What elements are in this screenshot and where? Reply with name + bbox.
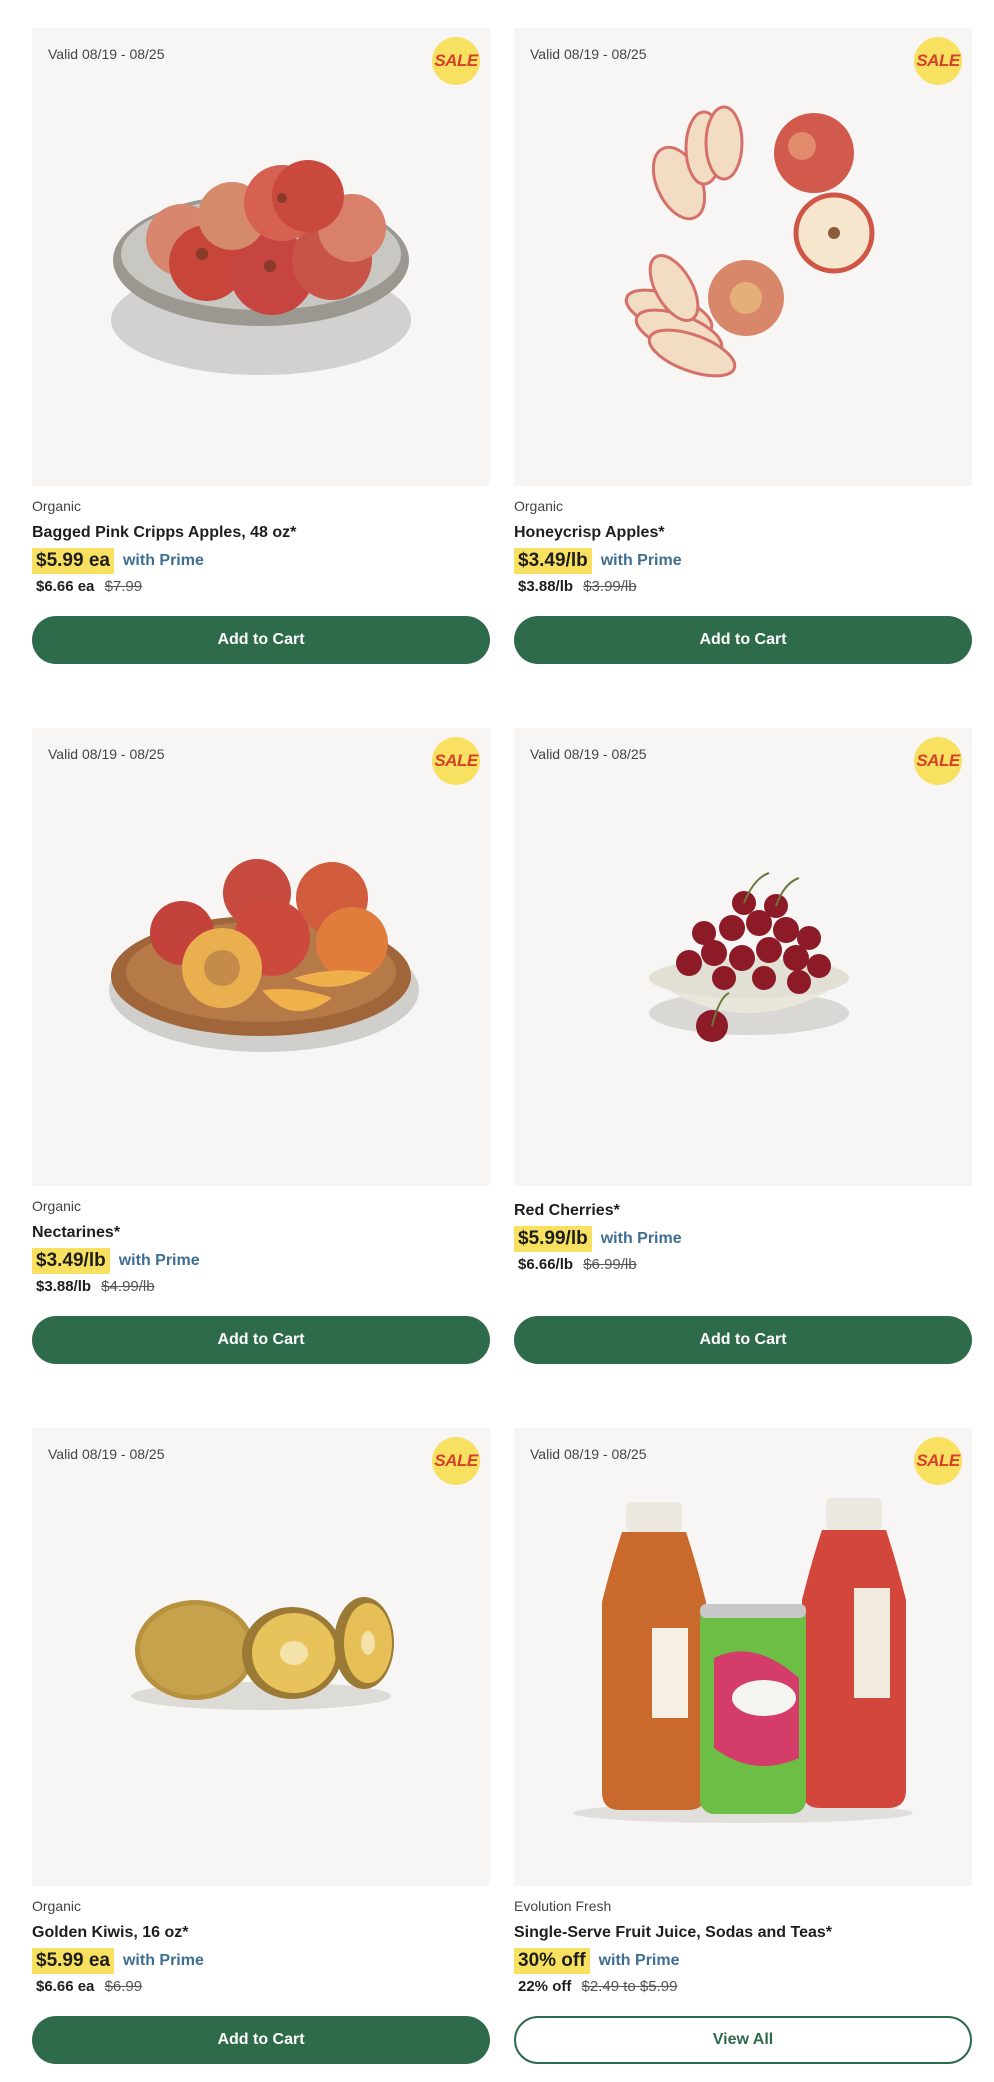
- product-title[interactable]: Bagged Pink Cripps Apples, 48 oz*: [32, 524, 490, 542]
- product-card: Valid 08/19 - 08/25 SALE Evolution Fresh…: [514, 1428, 972, 2064]
- product-card: Valid 08/19 - 08/25 SALE Red Cherries* $…: [514, 728, 972, 1364]
- product-image[interactable]: Valid 08/19 - 08/25 SALE: [514, 28, 972, 486]
- sale-badge: SALE: [432, 1437, 480, 1485]
- product-brand: Organic: [514, 498, 564, 514]
- product-image[interactable]: Valid 08/19 - 08/25 SALE: [32, 1428, 490, 1886]
- apple-bowl-image: [111, 160, 411, 375]
- sale-price: 30% off: [514, 1948, 590, 1974]
- valid-dates: Valid 08/19 - 08/25: [530, 746, 647, 762]
- product-card: Valid 08/19 - 08/25 SALE Organic Golden …: [32, 1428, 490, 2064]
- sale-badge: SALE: [914, 1437, 962, 1485]
- add-to-cart-button[interactable]: Add to Cart: [32, 616, 490, 664]
- sale-badge: SALE: [914, 737, 962, 785]
- original-price: $6.99/lb: [583, 1256, 637, 1273]
- original-price: $3.99/lb: [583, 578, 637, 595]
- original-price-range: $2.49 to $5.99: [581, 1978, 678, 1995]
- valid-dates: Valid 08/19 - 08/25: [530, 1446, 647, 1462]
- regular-price: $3.88/lb: [518, 578, 574, 595]
- prime-label: with Prime: [118, 1252, 200, 1269]
- product-brand: Evolution Fresh: [514, 1898, 612, 1914]
- view-all-button[interactable]: View All: [514, 2016, 972, 2064]
- product-grid: Valid 08/19 - 08/25 SALE Organic Bagged …: [32, 28, 972, 2064]
- valid-dates: Valid 08/19 - 08/25: [48, 746, 165, 762]
- prime-label: with Prime: [598, 1952, 680, 1969]
- regular-price: $3.88/lb: [36, 1278, 92, 1295]
- product-brand: Organic: [32, 1198, 82, 1214]
- product-title[interactable]: Red Cherries*: [514, 1202, 972, 1220]
- prime-label: with Prime: [122, 1952, 204, 1969]
- regular-price: $6.66/lb: [518, 1256, 574, 1273]
- product-image[interactable]: Valid 08/19 - 08/25 SALE: [32, 28, 490, 486]
- original-price: $4.99/lb: [101, 1278, 155, 1295]
- regular-price: $6.66 ea: [36, 578, 95, 595]
- sale-price: $5.99 ea: [32, 1948, 114, 1974]
- sale-badge: SALE: [432, 37, 480, 85]
- sale-badge: SALE: [914, 37, 962, 85]
- valid-dates: Valid 08/19 - 08/25: [48, 1446, 165, 1462]
- prime-label: with Prime: [600, 1230, 682, 1247]
- juice-bottles-image: [573, 1498, 913, 1823]
- product-brand: Organic: [32, 1898, 82, 1914]
- product-title[interactable]: Honeycrisp Apples*: [514, 524, 972, 542]
- add-to-cart-button[interactable]: Add to Cart: [32, 2016, 490, 2064]
- nectarine-plate-image: [109, 859, 419, 1052]
- valid-dates: Valid 08/19 - 08/25: [48, 46, 165, 62]
- sale-price: $5.99/lb: [514, 1226, 592, 1252]
- sale-badge: SALE: [432, 737, 480, 785]
- product-card: Valid 08/19 - 08/25 SALE Organic Honeycr…: [514, 28, 972, 664]
- product-title[interactable]: Nectarines*: [32, 1224, 490, 1242]
- original-price: $7.99: [104, 578, 143, 595]
- product-title[interactable]: Single-Serve Fruit Juice, Sodas and Teas…: [514, 1924, 972, 1942]
- product-title[interactable]: Golden Kiwis, 16 oz*: [32, 1924, 490, 1942]
- add-to-cart-button[interactable]: Add to Cart: [32, 1316, 490, 1364]
- product-image[interactable]: Valid 08/19 - 08/25 SALE: [514, 1428, 972, 1886]
- sliced-apples-image: [624, 105, 875, 378]
- cherry-bowl-image: [649, 872, 849, 1042]
- add-to-cart-button[interactable]: Add to Cart: [514, 1316, 972, 1364]
- product-image[interactable]: Valid 08/19 - 08/25 SALE: [514, 728, 972, 1186]
- valid-dates: Valid 08/19 - 08/25: [530, 46, 647, 62]
- prime-label: with Prime: [122, 552, 204, 569]
- product-card: Valid 08/19 - 08/25 SALE Organic Nectari…: [32, 728, 490, 1364]
- regular-price: $6.66 ea: [36, 1978, 95, 1995]
- original-price: $6.99: [104, 1978, 143, 1995]
- product-card: Valid 08/19 - 08/25 SALE Organic Bagged …: [32, 28, 490, 664]
- product-image[interactable]: Valid 08/19 - 08/25 SALE: [32, 728, 490, 1186]
- product-brand: Organic: [32, 498, 82, 514]
- discount-percent: 22% off: [518, 1978, 572, 1995]
- prime-label: with Prime: [600, 552, 682, 569]
- golden-kiwi-image: [131, 1597, 394, 1710]
- sale-price: $3.49/lb: [32, 1248, 110, 1274]
- add-to-cart-button[interactable]: Add to Cart: [514, 616, 972, 664]
- sale-price: $5.99 ea: [32, 548, 114, 574]
- sale-price: $3.49/lb: [514, 548, 592, 574]
